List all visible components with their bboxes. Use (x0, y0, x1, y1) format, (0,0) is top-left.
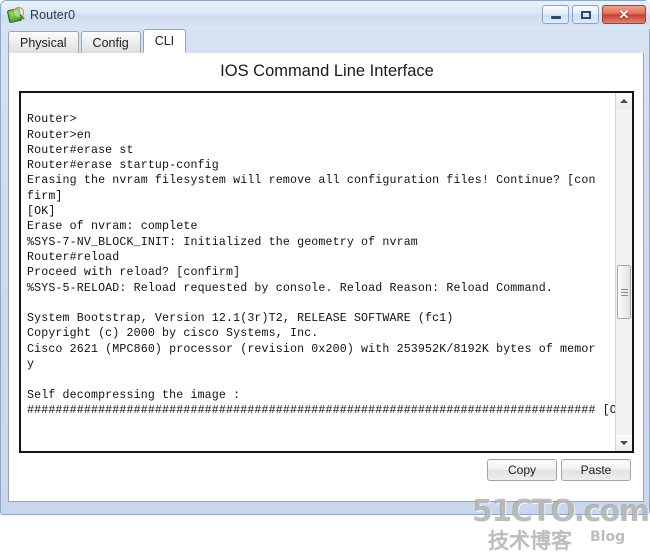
scrollbar-thumb[interactable] (617, 265, 631, 319)
grip-icon (620, 288, 628, 296)
router-window: Router0 ✕ Physical Config CLI IOS Comman… (0, 0, 650, 553)
scroll-up-button[interactable] (616, 93, 632, 109)
tab-physical-label: Physical (20, 35, 67, 50)
copy-button[interactable]: Copy (487, 459, 557, 481)
chevron-up-icon (620, 99, 628, 103)
tab-cli-label: CLI (154, 34, 175, 48)
paste-button[interactable]: Paste (561, 459, 631, 481)
terminal-scrollbar[interactable] (615, 93, 632, 451)
watermark-main-text: 51CTO.com (472, 494, 650, 529)
close-icon: ✕ (618, 7, 630, 22)
tab-physical[interactable]: Physical (8, 31, 79, 53)
tab-bar: Physical Config CLI (8, 29, 644, 54)
scroll-down-button[interactable] (616, 435, 632, 451)
window-title: Router0 (30, 8, 76, 22)
tab-config[interactable]: Config (80, 31, 141, 53)
window-controls: ✕ (542, 5, 646, 24)
close-button[interactable]: ✕ (602, 5, 646, 24)
watermark-sub-text: 技术博客 (488, 529, 572, 553)
maximize-button[interactable] (572, 5, 599, 24)
terminal-actions: Copy Paste (487, 459, 631, 481)
terminal-output-area[interactable]: Router> Router>en Router#erase st Router… (21, 93, 615, 451)
router-icon (6, 6, 25, 24)
minimize-icon (550, 15, 561, 19)
watermark-blog-text: Blog (590, 529, 626, 545)
maximize-icon (580, 10, 591, 19)
chevron-down-icon (620, 441, 628, 445)
page-title: IOS Command Line Interface (220, 62, 434, 80)
watermark: 51CTO.com 技术博客 Blog (472, 494, 650, 556)
title-bar[interactable]: Router0 ✕ (1, 1, 650, 29)
tab-cli[interactable]: CLI (142, 29, 187, 53)
terminal-container: Router> Router>en Router#erase st Router… (19, 91, 634, 453)
minimize-button[interactable] (542, 5, 569, 24)
terminal-output: Router> Router>en Router#erase st Router… (27, 113, 615, 417)
tab-config-label: Config (92, 35, 129, 50)
cli-panel: IOS Command Line Interface Router> Route… (8, 53, 650, 553)
